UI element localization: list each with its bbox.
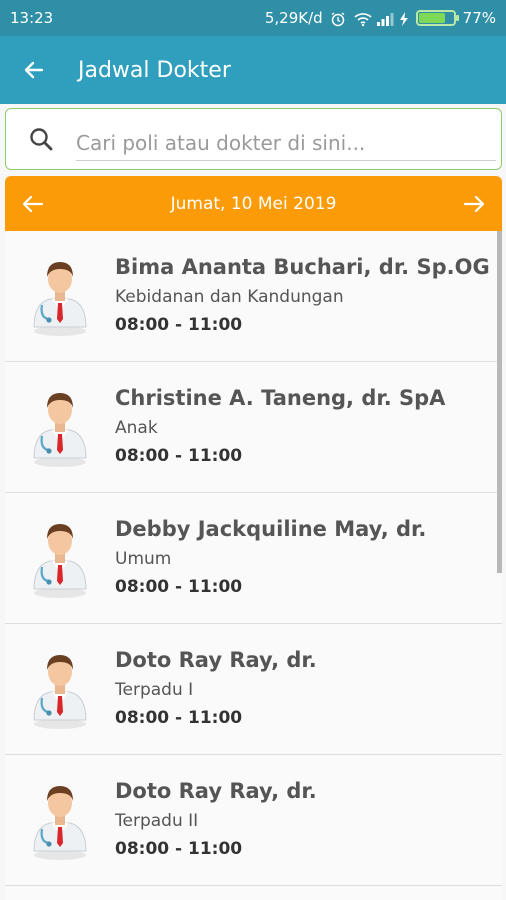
doctor-specialty: Kebidanan dan Kandungan: [115, 287, 344, 307]
battery-fill: [418, 13, 445, 23]
doctor-row[interactable]: Bima Ananta Buchari, dr. Sp.OG Kebidanan…: [5, 231, 502, 362]
doctor-avatar-icon: [5, 493, 115, 624]
doctor-row[interactable]: Doto Ray Ray, dr. Terpadu II 08:00 - 11:…: [5, 755, 502, 886]
doctor-schedule-time: 08:00 - 11:00: [115, 446, 243, 466]
status-time: 13:23: [10, 9, 54, 27]
wifi-icon: [353, 11, 372, 27]
doctor-name: Doto Ray Ray, dr.: [115, 779, 317, 803]
battery-icon: [415, 10, 459, 26]
doctor-specialty: Anak: [115, 418, 158, 438]
back-button[interactable]: [0, 36, 68, 104]
search-box: [5, 108, 502, 170]
page-title: Jadwal Dokter: [78, 57, 231, 83]
date-navigator: Jumat, 10 Mei 2019: [5, 176, 502, 231]
doctor-schedule-time: 08:00 - 11:00: [115, 708, 243, 728]
charging-icon: [399, 11, 409, 26]
search-icon: [6, 126, 76, 152]
list-scrollbar[interactable]: [497, 231, 502, 573]
doctor-row[interactable]: Doto Ray Ray, dr. Terpadu I 08:00 - 11:0…: [5, 624, 502, 755]
doctor-avatar-icon: [5, 231, 115, 362]
doctor-schedule-time: 08:00 - 11:00: [115, 315, 243, 335]
battery-percent: 77%: [462, 9, 496, 27]
next-date-button[interactable]: [446, 176, 502, 231]
doctor-specialty: Terpadu I: [115, 680, 194, 700]
doctor-avatar-icon: [5, 755, 115, 886]
arrow-left-icon: [24, 61, 44, 79]
arrow-right-icon: [463, 195, 485, 212]
search-input[interactable]: [76, 125, 496, 161]
doctor-name: Doto Ray Ray, dr.: [115, 648, 317, 672]
status-bar: 13:23 5,29K/d 77%: [0, 0, 506, 36]
doctor-specialty: Terpadu II: [115, 811, 199, 831]
doctor-schedule-time: 08:00 - 11:00: [115, 839, 243, 859]
doctor-name: Debby Jackquiline May, dr.: [115, 517, 427, 541]
date-label: Jumat, 10 Mei 2019: [170, 193, 337, 214]
doctor-name: Christine A. Taneng, dr. SpA: [115, 386, 446, 410]
doctor-avatar-icon: [5, 624, 115, 755]
doctor-list[interactable]: Bima Ananta Buchari, dr. Sp.OG Kebidanan…: [5, 231, 502, 900]
arrow-left-icon: [22, 195, 44, 212]
alarm-icon: [330, 11, 346, 27]
doctor-specialty: Umum: [115, 549, 172, 569]
doctor-avatar-icon: [5, 362, 115, 493]
doctor-row[interactable]: Debby Jackquiline May, dr. Umum 08:00 - …: [5, 493, 502, 624]
doctor-schedule-time: 08:00 - 11:00: [115, 577, 243, 597]
status-right: 5,29K/d 77%: [265, 9, 496, 27]
app-bar: Jadwal Dokter: [0, 36, 506, 104]
doctor-name: Bima Ananta Buchari, dr. Sp.OG: [115, 255, 490, 279]
signal-icon: [376, 11, 394, 26]
network-speed: 5,29K/d: [264, 9, 323, 27]
previous-date-button[interactable]: [5, 176, 61, 231]
doctor-row[interactable]: Christine A. Taneng, dr. SpA Anak 08:00 …: [5, 362, 502, 493]
